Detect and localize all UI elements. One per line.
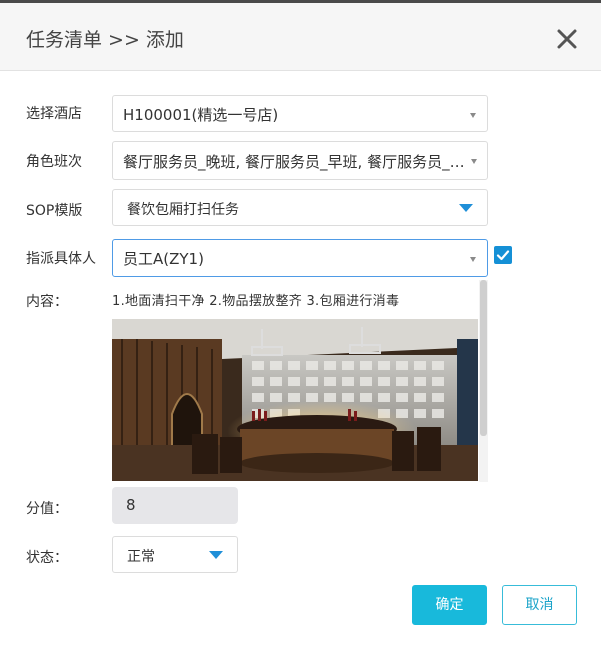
chevron-down-icon	[470, 113, 476, 118]
assignee-select-value: 员工A(ZY1)	[123, 250, 204, 268]
close-icon[interactable]	[554, 26, 580, 52]
chevron-down-icon	[471, 159, 477, 164]
sop-template-label: SOP模版	[26, 203, 83, 219]
dropdown-triangle-icon	[209, 551, 223, 559]
status-select-value: 正常	[127, 549, 155, 565]
assignee-checkbox[interactable]	[494, 246, 512, 264]
content-text: 1.地面清扫干净 2.物品摆放整齐 3.包厢进行消毒	[112, 294, 400, 309]
status-label: 状态：	[26, 550, 68, 566]
dropdown-triangle-icon	[459, 204, 473, 212]
status-select[interactable]: 正常	[112, 536, 238, 573]
chevron-down-icon	[470, 257, 476, 262]
hotel-select[interactable]: H100001(精选一号店)	[112, 95, 488, 132]
score-value: 8	[126, 496, 136, 514]
dialog-header: 任务清单 >> 添加	[0, 3, 601, 71]
assignee-label: 指派具体人	[26, 251, 96, 267]
role-shift-select[interactable]: 餐厅服务员_晚班, 餐厅服务员_早班, 餐厅服务员_中班	[112, 141, 488, 180]
restaurant-room-photo	[112, 319, 478, 481]
sop-template-select-value: 餐饮包厢打扫任务	[127, 202, 239, 218]
content-scrollbar-thumb[interactable]	[480, 280, 487, 436]
role-shift-select-value: 餐厅服务员_晚班, 餐厅服务员_早班, 餐厅服务员_中班	[123, 153, 468, 171]
hotel-label: 选择酒店	[26, 106, 82, 122]
role-shift-label: 角色班次	[26, 154, 82, 170]
score-label: 分值：	[26, 501, 68, 517]
hotel-select-value: H100001(精选一号店)	[123, 106, 279, 124]
cancel-button[interactable]: 取消	[502, 585, 577, 625]
dialog-title: 任务清单 >> 添加	[26, 29, 184, 51]
score-field[interactable]: 8	[112, 487, 238, 524]
content-label: 内容：	[26, 294, 68, 310]
sop-template-select[interactable]: 餐饮包厢打扫任务	[112, 189, 488, 226]
assignee-select[interactable]: 员工A(ZY1)	[112, 239, 488, 277]
confirm-button[interactable]: 确定	[412, 585, 487, 625]
checkmark-icon	[496, 250, 510, 261]
